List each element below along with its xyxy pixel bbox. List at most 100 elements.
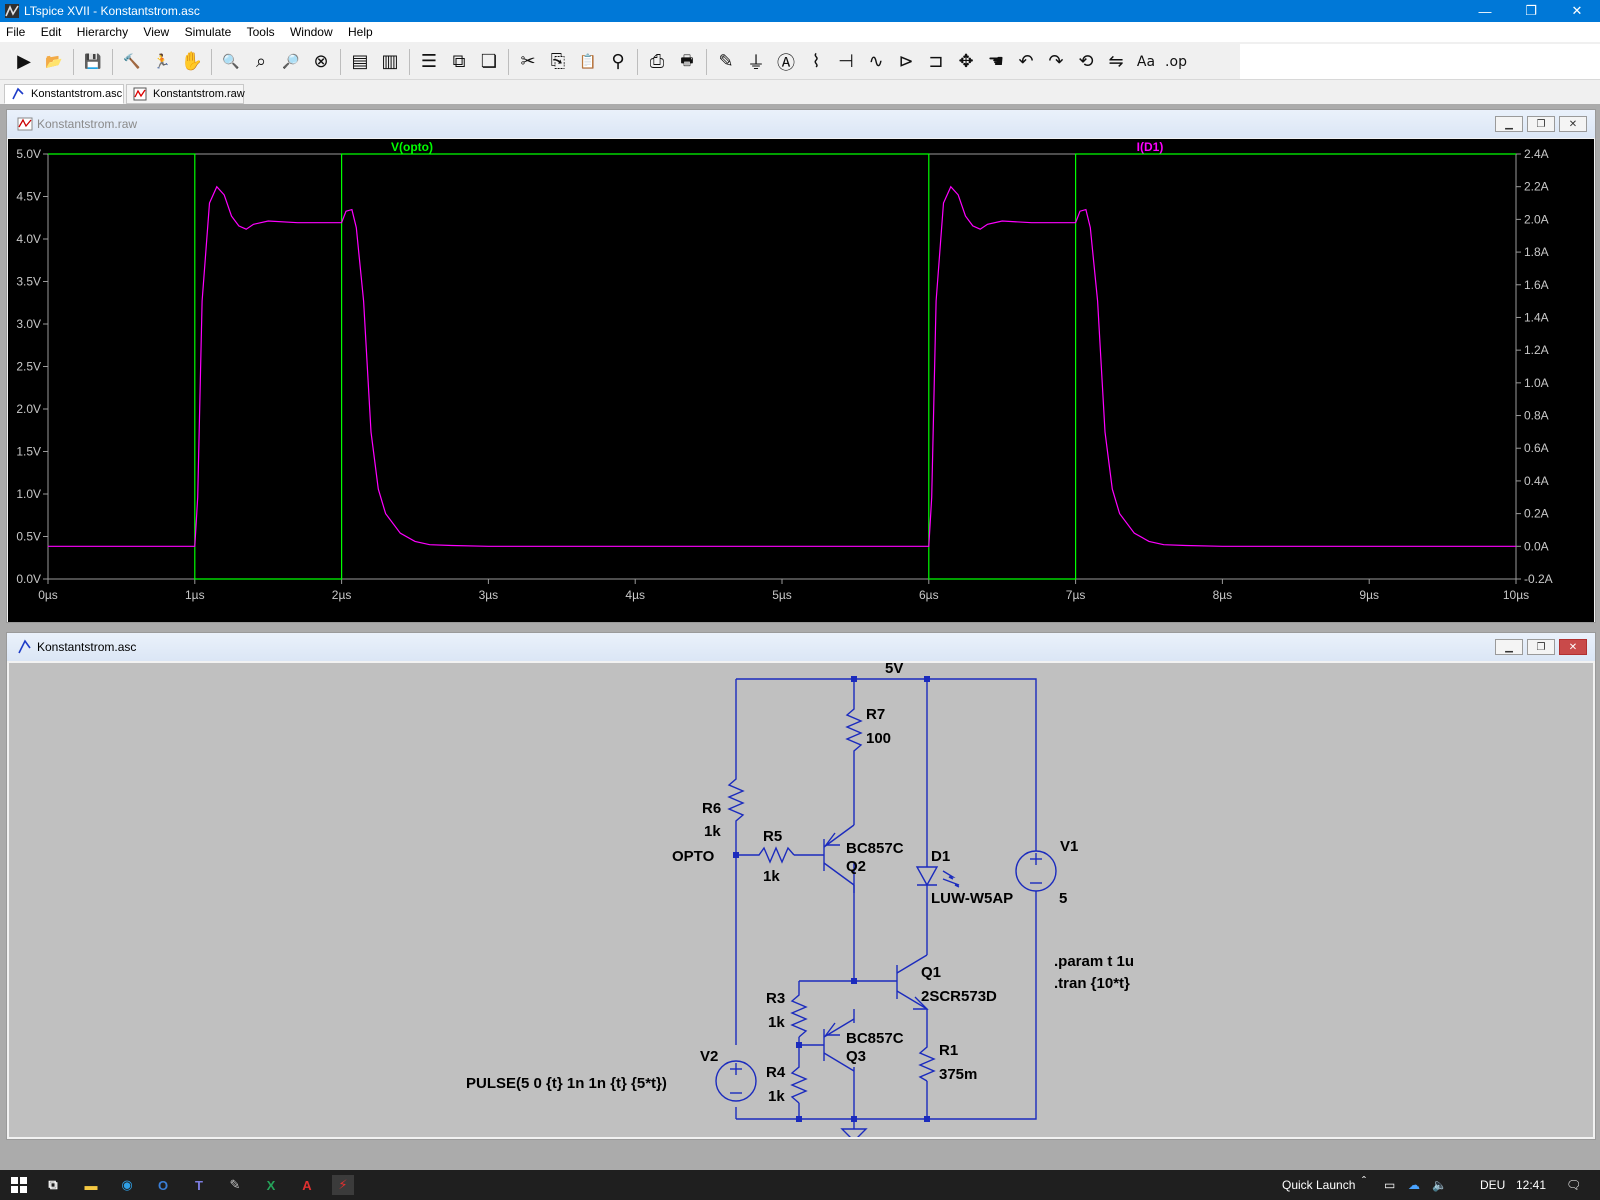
quick-launch-label[interactable]: Quick Launch (1282, 1178, 1355, 1192)
resistor-icon[interactable]: ⌇ (802, 48, 830, 76)
mirror-icon[interactable]: ⇋ (1102, 48, 1130, 76)
resistor-r3[interactable] (790, 989, 808, 1038)
tile-vertical-icon[interactable]: ⧉ (445, 48, 473, 76)
r6-value[interactable]: 1k (704, 823, 721, 840)
outlook-icon[interactable]: O (152, 1175, 174, 1195)
paste-icon[interactable]: 📋 (574, 48, 602, 76)
redo-icon[interactable]: ↷ (1042, 48, 1070, 76)
tile-horizontal-icon[interactable]: ☰ (415, 48, 443, 76)
menu-tools[interactable]: Tools (241, 22, 281, 39)
text-icon[interactable]: Aa (1132, 48, 1160, 76)
waveform-close-button[interactable]: ✕ (1559, 116, 1587, 132)
file-explorer-icon[interactable]: ▬ (80, 1175, 102, 1195)
open-icon[interactable]: 📂 (40, 48, 68, 76)
menu-edit[interactable]: Edit (35, 22, 68, 39)
v2-value[interactable]: PULSE(5 0 {t} 1n 1n {t} {5*t}) (466, 1075, 667, 1092)
menu-view[interactable]: View (137, 22, 175, 39)
tray-network-icon[interactable]: ▭ (1384, 1178, 1395, 1192)
app-pen-icon[interactable]: ✎ (224, 1175, 246, 1195)
q3-model[interactable]: BC857C (846, 1030, 904, 1047)
cut-icon[interactable]: ✂ (514, 48, 542, 76)
copy-icon[interactable]: ⎘ (544, 48, 572, 76)
resistor-r7[interactable] (845, 703, 863, 757)
halt-icon[interactable]: 🏃 (148, 48, 176, 76)
net-label-5v[interactable]: 5V (885, 663, 903, 677)
minimize-button[interactable]: — (1462, 0, 1508, 22)
led-d1[interactable] (915, 866, 960, 888)
voltage-source-v1[interactable] (1015, 850, 1057, 892)
trace-label-i-d1[interactable]: I(D1) (1137, 140, 1164, 154)
waveform-plot[interactable]: 0.0V 0.5V 1.0V 1.5V 2.0V 2.5V 3.0V 3.5V 4.0V 4.5V… (8, 139, 1594, 622)
q1-model[interactable]: 2SCR573D (921, 988, 997, 1005)
net-label-opto[interactable]: OPTO (672, 848, 715, 865)
ground-symbol[interactable] (840, 1128, 868, 1137)
speaker-icon[interactable]: 🔈 (1432, 1178, 1447, 1192)
waveform-restore-button[interactable]: ❐ (1527, 116, 1555, 132)
rotate-icon[interactable]: ⟲ (1072, 48, 1100, 76)
save-icon[interactable]: 💾 (79, 48, 107, 76)
resistor-r6[interactable] (727, 773, 745, 833)
q2-model[interactable]: BC857C (846, 840, 904, 857)
zoom-out-icon[interactable]: 🔎 (277, 48, 305, 76)
v1-value[interactable]: 5 (1059, 890, 1067, 907)
excel-icon[interactable]: X (260, 1175, 282, 1195)
notifications-icon[interactable]: 🗨 (1566, 1178, 1581, 1192)
ltspice-taskbar-icon[interactable]: ⚡ (332, 1175, 354, 1195)
acrobat-icon[interactable]: A (296, 1175, 318, 1195)
waveform-minimize-button[interactable]: ▁ (1495, 116, 1523, 132)
zoom-cancel-icon[interactable]: ⊗ (307, 48, 335, 76)
onedrive-icon[interactable]: ☁ (1408, 1178, 1420, 1192)
teams-icon[interactable]: T (188, 1175, 210, 1195)
spice-directive-icon[interactable]: .op (1162, 48, 1190, 76)
inductor-icon[interactable]: ∿ (862, 48, 890, 76)
menu-help[interactable]: Help (342, 22, 379, 39)
label-net-icon[interactable]: Ⓐ (772, 48, 800, 76)
waveform-icon[interactable]: ▥ (376, 48, 404, 76)
r5-value[interactable]: 1k (763, 868, 780, 885)
print-icon[interactable]: ⎙ (643, 48, 671, 76)
drag-icon[interactable]: ☚ (982, 48, 1010, 76)
schematic-close-button[interactable]: ✕ (1559, 639, 1587, 655)
chevron-up-icon[interactable]: ˆ (1362, 1174, 1366, 1188)
schematic-canvas[interactable]: 5V OPTO R7 100 R6 1k R5 1k BC857C Q2 D1 … (9, 663, 1593, 1137)
close-button[interactable]: ✕ (1554, 0, 1600, 22)
schematic-minimize-button[interactable]: ▁ (1495, 639, 1523, 655)
control-panel-icon[interactable]: 🔨 (118, 48, 146, 76)
r4-value[interactable]: 1k (768, 1088, 785, 1105)
move-icon[interactable]: ✥ (952, 48, 980, 76)
r3-value[interactable]: 1k (768, 1014, 785, 1031)
draw-wire-icon[interactable]: ✎ (712, 48, 740, 76)
component-icon[interactable]: ⊐ (922, 48, 950, 76)
tab-waveform[interactable]: Konstantstrom.raw (126, 84, 245, 104)
menu-file[interactable]: File (0, 22, 31, 39)
menu-hierarchy[interactable]: Hierarchy (71, 22, 134, 39)
resistor-r4[interactable] (790, 1061, 808, 1104)
zoom-in-icon[interactable]: 🔍 (217, 48, 245, 76)
tab-schematic[interactable]: Konstantstrom.asc (4, 84, 124, 104)
edge-browser-icon[interactable]: ◉ (116, 1175, 138, 1195)
capacitor-icon[interactable]: ⊣ (832, 48, 860, 76)
resistor-r5[interactable] (754, 846, 795, 864)
diode-icon[interactable]: ⊳ (892, 48, 920, 76)
menu-simulate[interactable]: Simulate (179, 22, 238, 39)
spice-directive-tran[interactable]: .tran {10*t} (1054, 975, 1130, 992)
language-indicator[interactable]: DEU (1480, 1178, 1505, 1192)
voltage-source-v2[interactable] (715, 1060, 757, 1102)
task-view-icon[interactable]: ⧉ (42, 1175, 64, 1195)
zoom-full-icon[interactable]: ⌕ (247, 48, 275, 76)
schematic-restore-button[interactable]: ❐ (1527, 639, 1555, 655)
resistor-r1[interactable] (918, 1041, 936, 1082)
r1-value[interactable]: 375m (939, 1066, 977, 1083)
autorange-icon[interactable]: ▤ (346, 48, 374, 76)
menu-window[interactable]: Window (284, 22, 339, 39)
run-icon[interactable]: ▶ (10, 48, 38, 76)
trace-label-v-opto[interactable]: V(opto) (391, 140, 433, 154)
print-setup-icon[interactable]: 🖶 (673, 48, 701, 76)
undo-icon[interactable]: ↶ (1012, 48, 1040, 76)
d1-model[interactable]: LUW-W5AP (931, 890, 1013, 907)
spice-directive-param[interactable]: .param t 1u (1054, 953, 1134, 970)
ground-icon[interactable]: ⏚ (742, 48, 770, 76)
pan-hand-icon[interactable]: ✋ (178, 48, 206, 76)
clock[interactable]: 12:41 (1516, 1178, 1546, 1192)
restore-button[interactable]: ❐ (1508, 0, 1554, 22)
